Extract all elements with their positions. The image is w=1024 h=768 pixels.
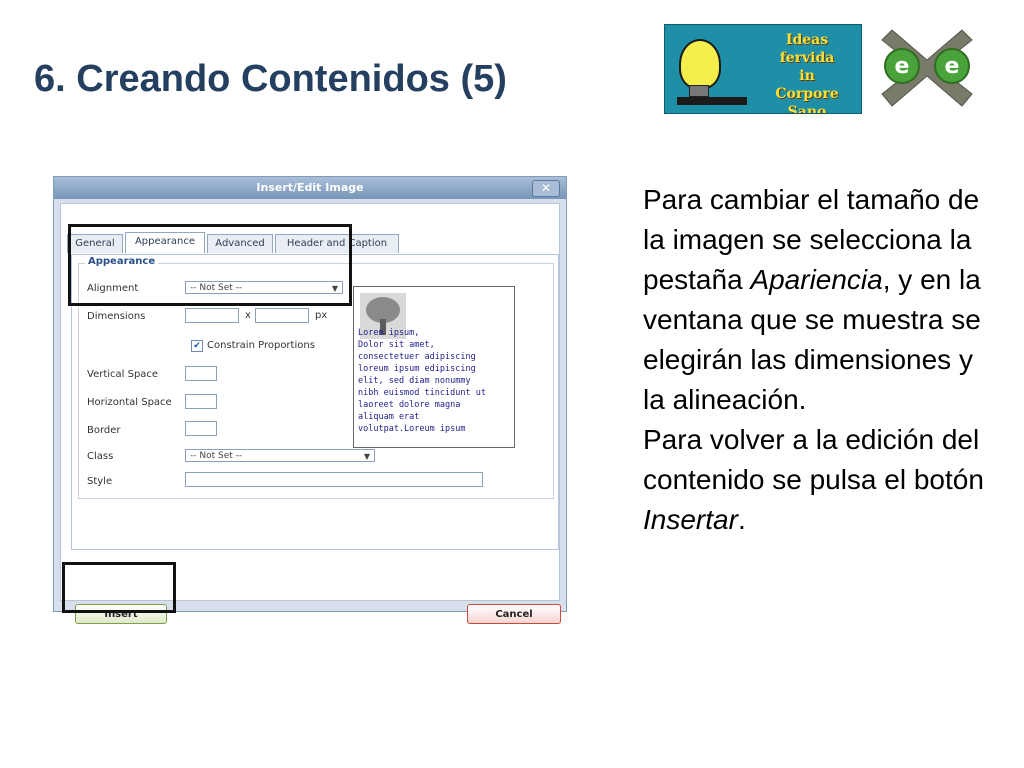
ideas-logo-line-3: in <box>799 68 815 84</box>
dimensions-label: Dimensions <box>87 311 146 322</box>
image-preview: Lorem ipsum, Dolor sit amet, consectetue… <box>353 286 515 448</box>
vertical-space-label: Vertical Space <box>87 369 159 380</box>
horizontal-space-input[interactable] <box>185 394 217 409</box>
ideas-logo-line-4: Corpore Sano <box>775 86 839 114</box>
paragraph-2: Para volver a la edición del contenido s… <box>643 420 993 540</box>
style-input[interactable] <box>185 472 483 487</box>
ideas-logo-line-1: Ideas <box>785 32 829 48</box>
ideas-logo-line-2: fervida <box>779 50 835 66</box>
border-input[interactable] <box>185 421 217 436</box>
constrain-proportions-label: Constrain Proportions <box>207 340 315 351</box>
highlight-box-appearance <box>68 224 352 306</box>
lightbulb-icon <box>679 39 721 89</box>
logo-bar <box>677 97 747 105</box>
paragraph-1: Para cambiar el tamaño de la imagen se s… <box>643 180 993 420</box>
close-icon[interactable]: ✕ <box>532 180 560 197</box>
height-input[interactable] <box>255 308 309 323</box>
slide-body-text: Para cambiar el tamaño de la imagen se s… <box>643 180 993 540</box>
constrain-proportions-checkbox[interactable]: ✔ <box>191 340 203 352</box>
vertical-space-input[interactable] <box>185 366 217 381</box>
lightbulb-base <box>689 85 709 97</box>
dialog-titlebar: Insert/Edit Image ✕ <box>54 177 566 199</box>
dialog-title: Insert/Edit Image <box>256 181 364 194</box>
ideas-logo-text: Ideas fervida in Corpore Sano <box>757 31 857 114</box>
style-label: Style <box>87 476 113 487</box>
cancel-button[interactable]: Cancel <box>467 604 561 624</box>
ee-logo-letter-1: e <box>895 54 910 79</box>
class-select[interactable]: -- Not Set -- ▼ <box>185 449 375 462</box>
dimensions-x: x <box>245 310 251 321</box>
horizontal-space-label: Horizontal Space <box>87 397 172 408</box>
slide-title: 6. Creando Contenidos (5) <box>34 58 507 100</box>
paragraph-2-italic: Insertar <box>643 504 738 535</box>
chevron-down-icon: ▼ <box>363 452 370 461</box>
class-select-value: -- Not Set -- <box>190 451 243 461</box>
border-label: Border <box>87 425 121 436</box>
dimensions-unit: px <box>315 310 328 321</box>
ideas-fervida-logo: Ideas fervida in Corpore Sano <box>664 24 862 114</box>
paragraph-2-text-b: . <box>737 504 746 535</box>
exe-logo: e e <box>881 29 973 107</box>
width-input[interactable] <box>185 308 239 323</box>
preview-text: Lorem ipsum, Dolor sit amet, consectetue… <box>358 328 486 434</box>
ee-logo-letter-2: e <box>945 54 960 79</box>
paragraph-1-italic: Apariencia <box>750 264 883 295</box>
highlight-box-insert <box>62 562 176 613</box>
paragraph-2-text-a: Para volver a la edición del contenido s… <box>643 424 984 495</box>
class-label: Class <box>87 451 114 462</box>
